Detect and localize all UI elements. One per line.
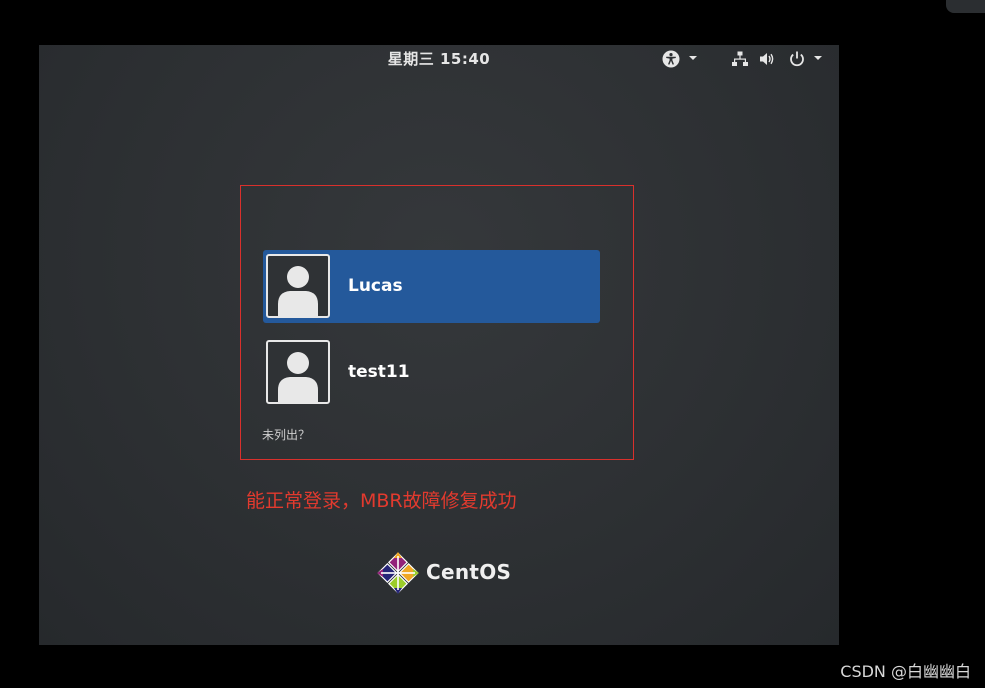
annotation-text: 能正常登录，MBR故障修复成功 (246, 490, 517, 512)
gdm-login-screen: 星期三 15:40 Lucas test11 未列出？ 能正常登录，MBR故障修… (39, 45, 839, 645)
centos-logo-text: CentOS (426, 560, 512, 584)
avatar-icon (266, 254, 330, 318)
avatar-icon (266, 340, 330, 404)
top-bar-clock[interactable]: 星期三 15:40 (39, 48, 839, 69)
user-name: Lucas (348, 276, 403, 296)
user-list-item[interactable]: Lucas (263, 250, 600, 323)
centos-logo-icon (375, 550, 421, 596)
chevron-down-icon[interactable] (812, 52, 830, 70)
volume-icon[interactable] (758, 50, 776, 68)
power-icon[interactable] (788, 50, 806, 68)
chevron-down-icon[interactable] (687, 52, 705, 70)
accessibility-icon[interactable] (662, 50, 680, 68)
window-corner-tab (946, 0, 985, 13)
user-name: test11 (348, 362, 410, 382)
watermark-text: CSDN @白幽幽白 (840, 662, 971, 681)
not-listed-link[interactable]: 未列出？ (262, 426, 310, 443)
network-icon[interactable] (731, 50, 749, 68)
user-list-item[interactable]: test11 (263, 336, 600, 409)
